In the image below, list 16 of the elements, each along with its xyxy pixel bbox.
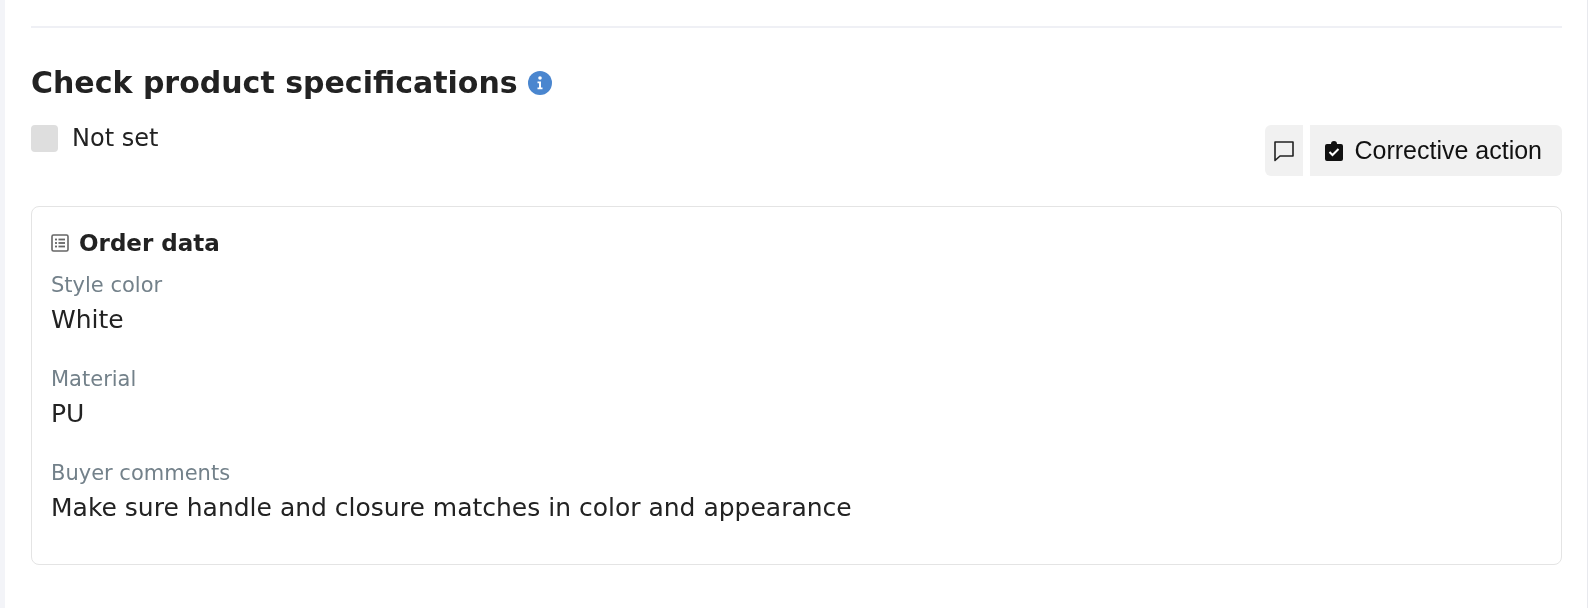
field-value: White (51, 304, 124, 336)
field-label: Buyer comments (51, 460, 231, 487)
field-value: PU (51, 398, 85, 430)
card-title: Order data (79, 229, 220, 258)
corrective-action-button[interactable]: Corrective action (1310, 125, 1562, 176)
info-icon[interactable] (527, 71, 552, 95)
field-label: Material (51, 366, 137, 393)
field-label: Style color (51, 272, 163, 299)
clipboard-check-icon (1325, 140, 1344, 161)
field-value: Make sure handle and closure matches in color and appearance (51, 492, 852, 524)
section-heading: Check product specifications (31, 64, 518, 102)
checkbox[interactable] (31, 124, 58, 152)
status-label: Not set (72, 124, 159, 152)
speech-bubble-icon (1273, 139, 1296, 162)
list-icon (51, 234, 69, 252)
comment-button[interactable] (1265, 125, 1304, 176)
